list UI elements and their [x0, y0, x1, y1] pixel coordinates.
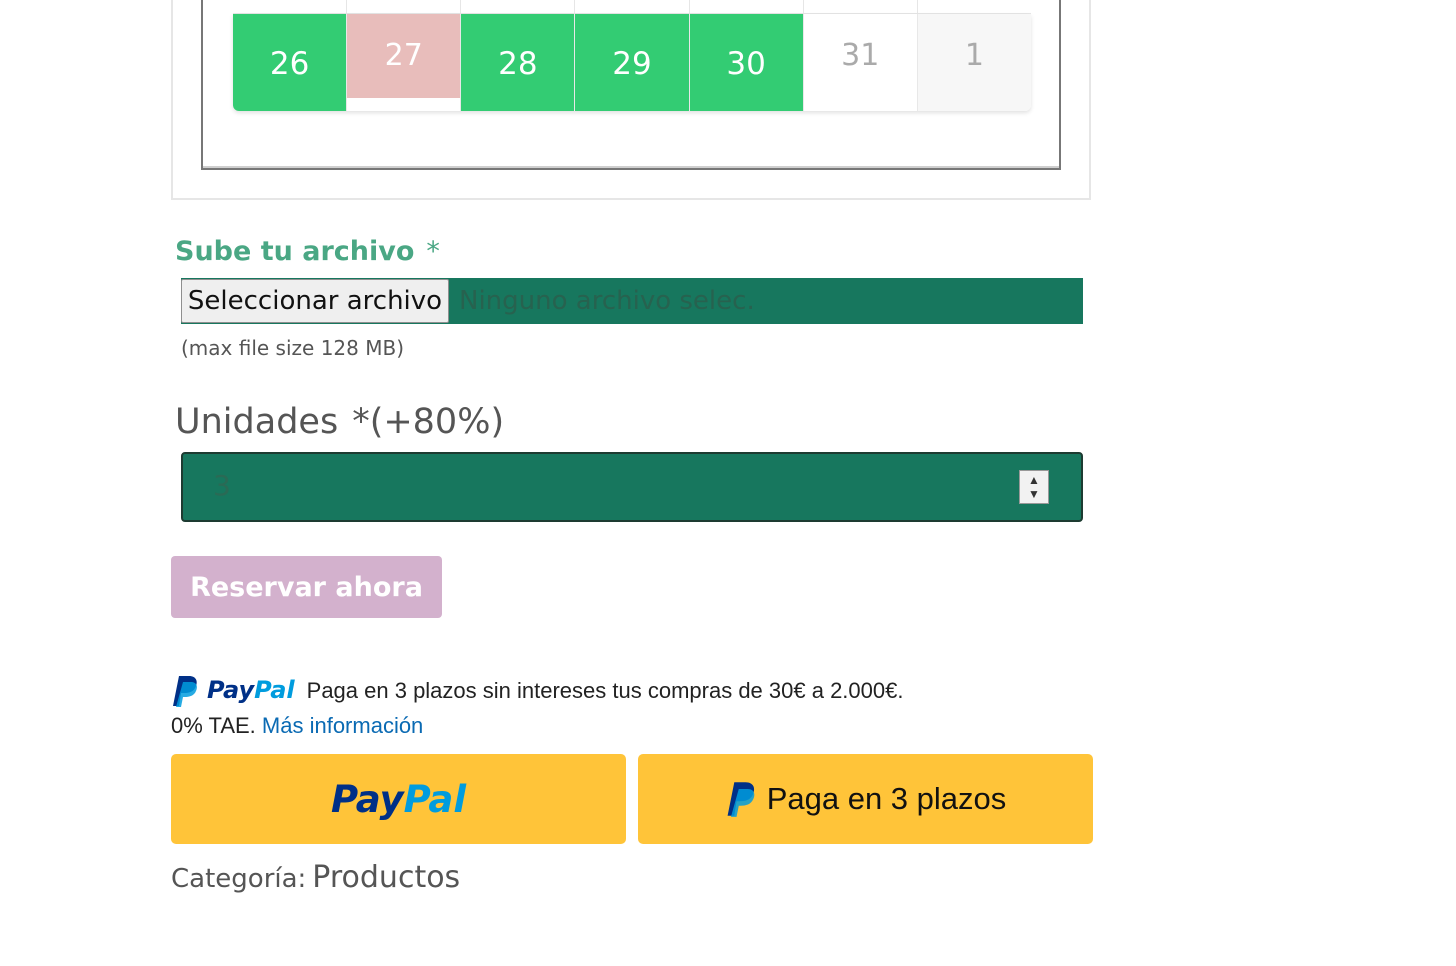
category-link[interactable]: Productos [312, 860, 460, 895]
max-file-size-note: (max file size 128 MB) [181, 336, 404, 360]
units-input[interactable]: 3 ▲ ▼ [181, 452, 1083, 522]
stepper-up-icon[interactable]: ▲ [1028, 473, 1040, 487]
paypal-p-icon [173, 675, 197, 707]
choose-file-button[interactable]: Seleccionar archivo [181, 279, 449, 323]
paypal-pay-later-button[interactable]: Paga en 3 plazos [638, 754, 1093, 844]
calendar-day-1: 1 [917, 14, 1031, 111]
paypal-logo: PayPal [171, 673, 295, 708]
file-upload-field[interactable]: Seleccionar archivo Ninguno archivo sele… [181, 278, 1083, 324]
calendar-day-29[interactable]: 29 [575, 14, 690, 111]
upload-label: Sube tu archivo * [175, 236, 440, 267]
product-category: Categoría: Productos [171, 860, 460, 895]
category-label: Categoría: [171, 864, 307, 894]
more-info-link[interactable]: Más información [262, 713, 423, 738]
calendar-day-27: 27 [347, 14, 462, 111]
paypal-pay-later-message: PayPal Paga en 3 plazos sin intereses tu… [171, 673, 1091, 743]
paypal-message-text: Paga en 3 plazos sin intereses tus compr… [306, 678, 904, 703]
calendar-day-31: 31 [803, 14, 918, 111]
units-value: 3 [213, 469, 231, 502]
file-status-text: Ninguno archivo selec. [459, 286, 755, 316]
required-mark: * [426, 236, 440, 267]
calendar-week-row: 26 27 28 29 30 31 1 [233, 14, 1031, 111]
calendar-day-28[interactable]: 28 [461, 14, 576, 111]
pay-later-label: Paga en 3 plazos [766, 781, 1007, 816]
calendar-day-26[interactable]: 26 [233, 14, 348, 111]
paypal-logo: PayPal [330, 777, 467, 821]
reserve-now-button[interactable]: Reservar ahora [171, 556, 442, 618]
calendar-previous-week-row [233, 0, 1031, 14]
paypal-p-icon [727, 782, 755, 817]
paypal-apr-text: 0% TAE. [171, 713, 256, 738]
paypal-button[interactable]: PayPal [171, 754, 626, 844]
stepper-down-icon[interactable]: ▼ [1028, 487, 1040, 501]
units-price-modifier: (+80%) [369, 402, 505, 442]
quantity-stepper[interactable]: ▲ ▼ [1019, 470, 1049, 504]
required-mark: * [352, 402, 370, 442]
units-label: Unidades *(+80%) [175, 402, 505, 442]
calendar-day-30[interactable]: 30 [689, 14, 804, 111]
